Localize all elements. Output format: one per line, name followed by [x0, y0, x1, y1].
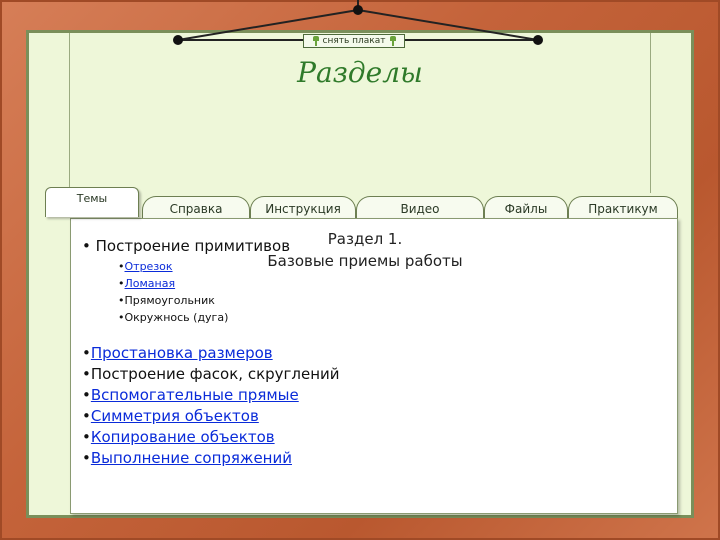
list-item: •Окружнось (дуга)	[118, 311, 229, 324]
pin-icon	[389, 36, 397, 46]
list-item: •Построение фасок, скруглений	[82, 365, 340, 383]
primitives-list: • Построение примитивов	[82, 236, 290, 257]
page-title: Разделы	[297, 56, 423, 89]
list-item[interactable]: •Симметрия объектов	[82, 406, 340, 427]
list-item[interactable]: •Копирование объектов	[82, 427, 340, 448]
remove-poster-label: снять плакат	[322, 36, 386, 46]
tab-video-label: Видео	[400, 202, 440, 216]
segment-link[interactable]: Отрезок	[125, 260, 173, 273]
list-item[interactable]: •Простановка размеров	[82, 343, 340, 364]
primitives-sub-list: •Отрезок •Ломаная •Прямоугольник •Окружн…	[118, 258, 228, 326]
tab-files-label: Файлы	[504, 202, 548, 216]
pin-icon	[312, 36, 320, 46]
copy-objects-link[interactable]: Копирование объектов	[91, 428, 275, 446]
fillets-link[interactable]: Выполнение сопряжений	[91, 449, 292, 467]
auxiliary-lines-link[interactable]: Вспомогательные прямые	[91, 386, 299, 404]
circle-arc-label: Окружнось (дуга)	[124, 311, 229, 324]
polyline-link[interactable]: Ломаная	[125, 277, 176, 290]
list-item[interactable]: •Ломаная	[118, 275, 228, 292]
tab-help-label: Справка	[169, 202, 223, 216]
left-nail-icon	[173, 35, 183, 45]
tab-topics-label: Темы	[76, 192, 108, 205]
right-nail-icon	[533, 35, 543, 45]
remove-poster-button[interactable]: снять плакат	[303, 34, 405, 48]
topics-list: •Простановка размеров •Построение фасок,…	[82, 343, 340, 469]
rectangle-label: Прямоугольник	[124, 294, 215, 307]
list-item[interactable]: •Отрезок	[118, 258, 228, 275]
dimensions-link[interactable]: Простановка размеров	[91, 344, 273, 362]
chamfers-label: Построение фасок, скруглений	[90, 365, 340, 383]
tab-practicum-label: Практикум	[588, 202, 658, 216]
top-nail-icon	[353, 5, 363, 15]
symmetry-link[interactable]: Симметрия объектов	[91, 407, 259, 425]
list-item: • Построение примитивов	[82, 237, 291, 255]
list-item[interactable]: •Выполнение сопряжений	[82, 448, 340, 469]
list-item[interactable]: •Вспомогательные прямые	[82, 385, 340, 406]
tab-instruction-label: Инструкция	[265, 202, 341, 216]
primitives-label: Построение примитивов	[95, 237, 291, 255]
list-item: •Прямоугольник	[118, 294, 215, 307]
tab-topics[interactable]: Темы	[45, 187, 139, 217]
